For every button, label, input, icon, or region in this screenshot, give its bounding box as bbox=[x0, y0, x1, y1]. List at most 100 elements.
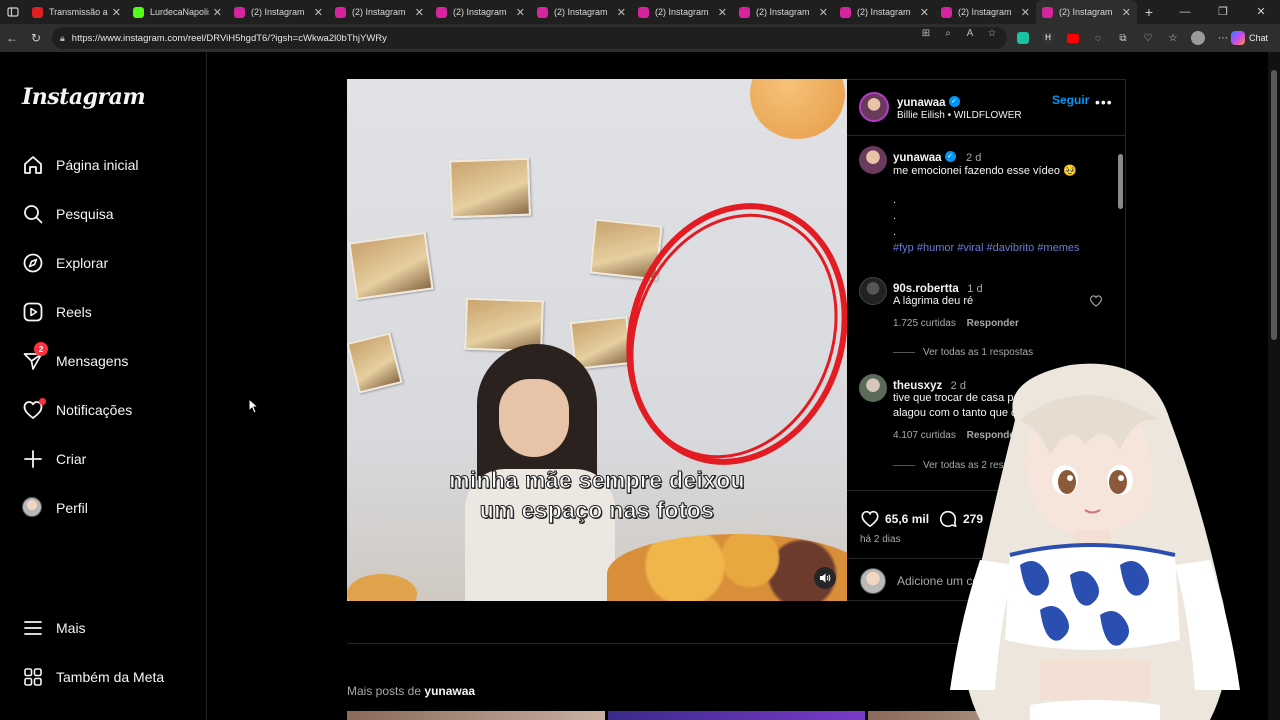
follow-button[interactable]: Seguir bbox=[1052, 93, 1089, 107]
nav-item-search[interactable]: Pesquisa bbox=[22, 201, 114, 227]
verified-icon: ✓ bbox=[944, 151, 956, 163]
comment-likes[interactable]: 1.725 curtidas bbox=[893, 318, 956, 329]
maximize-button[interactable]: ❐ bbox=[1204, 0, 1242, 24]
browser-tab[interactable]: (2) Instagram ✕ bbox=[329, 0, 430, 24]
zoom-icon[interactable]: ⌕ bbox=[940, 28, 956, 39]
audio-label[interactable]: Billie Eilish • WILDFLOWER bbox=[897, 110, 1022, 121]
browser-tab[interactable]: LurdecaNapolis ✕ bbox=[127, 0, 228, 24]
browser-tab-bar: Transmissão ao vivo✕LurdecaNapolis✕ (2) I… bbox=[0, 0, 1280, 24]
more-options-icon[interactable]: ••• bbox=[1095, 94, 1113, 110]
comment-like-icon[interactable] bbox=[1089, 294, 1103, 313]
close-tab-icon[interactable]: ✕ bbox=[819, 6, 828, 19]
reload-button[interactable]: ↻ bbox=[24, 31, 48, 45]
close-tab-icon[interactable]: ✕ bbox=[617, 6, 626, 19]
tab-title: (2) Instagram bbox=[958, 7, 1012, 17]
browser-tab[interactable]: (2) Instagram ✕ bbox=[935, 0, 1036, 24]
close-tab-icon[interactable]: ✕ bbox=[718, 6, 727, 19]
read-aloud-icon[interactable]: A bbox=[962, 28, 978, 39]
commenter-avatar[interactable] bbox=[859, 374, 887, 402]
mute-button[interactable] bbox=[814, 567, 836, 589]
new-tab-button[interactable]: + bbox=[1137, 4, 1161, 20]
browser-tab[interactable]: (2) Instagram ✕ bbox=[430, 0, 531, 24]
more-posts-username[interactable]: yunawaa bbox=[424, 684, 475, 698]
caption-author-avatar[interactable] bbox=[859, 146, 887, 174]
caption-dot: . bbox=[893, 226, 897, 238]
browser-tab[interactable]: (2) Instagram ✕ bbox=[228, 0, 329, 24]
caption-dot: . bbox=[893, 194, 897, 206]
browser-tab[interactable]: (2) Instagram ✕ bbox=[1036, 0, 1137, 24]
author-username[interactable]: yunawaa bbox=[897, 97, 946, 109]
compass-icon bbox=[22, 252, 44, 274]
tab-title: (2) Instagram bbox=[251, 7, 305, 17]
nav-item-notifications[interactable]: Notificações bbox=[22, 397, 132, 423]
close-tab-icon[interactable]: ✕ bbox=[213, 6, 222, 19]
favorites-icon[interactable]: ☆ bbox=[1162, 28, 1184, 48]
browser-tab[interactable]: (2) Instagram ✕ bbox=[531, 0, 632, 24]
close-tab-icon[interactable]: ✕ bbox=[920, 6, 929, 19]
like-button[interactable]: 65,6 mil bbox=[860, 509, 929, 529]
caption-hashtags[interactable]: #fyp #humor #viral #davibrito #memes bbox=[893, 242, 1079, 254]
close-window-button[interactable]: ✕ bbox=[1242, 0, 1280, 24]
messages-icon: 2 bbox=[22, 342, 48, 372]
lock-icon: 🔒︎ bbox=[60, 32, 65, 43]
instagram-logo[interactable]: Instagram bbox=[22, 84, 146, 110]
minimize-button[interactable]: — bbox=[1166, 0, 1204, 24]
caption-dot: . bbox=[893, 210, 897, 222]
view-replies-button[interactable]: Ver todas as 1 respostas bbox=[893, 347, 1033, 358]
close-tab-icon[interactable]: ✕ bbox=[1021, 6, 1030, 19]
nav-item-home[interactable]: Página inicial bbox=[22, 152, 139, 178]
close-tab-icon[interactable]: ✕ bbox=[516, 6, 525, 19]
extension-icon[interactable] bbox=[1062, 28, 1084, 48]
profile-avatar[interactable] bbox=[1187, 28, 1209, 48]
nav-item-create[interactable]: Criar bbox=[22, 446, 86, 472]
caption-time: 2 d bbox=[966, 152, 982, 164]
nav-item-reels[interactable]: Reels bbox=[22, 299, 92, 325]
close-tab-icon[interactable]: ✕ bbox=[314, 6, 323, 19]
browser-tab[interactable]: (2) Instagram ✕ bbox=[733, 0, 834, 24]
tab-actions-icon[interactable] bbox=[0, 0, 26, 24]
browser-tab[interactable]: (2) Instagram ✕ bbox=[834, 0, 935, 24]
extensions-bar: H ◌ ⧉ ♡ ☆ ⋯ bbox=[1012, 28, 1234, 48]
comment-username[interactable]: 90s.robertta bbox=[893, 283, 959, 295]
app-available-icon[interactable]: ⊞ bbox=[918, 28, 934, 39]
browser-tab[interactable]: (2) Instagram ✕ bbox=[632, 0, 733, 24]
close-tab-icon[interactable]: ✕ bbox=[415, 6, 424, 19]
tab-title: (2) Instagram bbox=[756, 7, 810, 17]
nav-item-more[interactable]: Mais bbox=[22, 615, 86, 641]
back-button[interactable]: ← bbox=[0, 31, 24, 45]
tab-favicon-icon bbox=[840, 6, 851, 18]
tab-title: (2) Instagram bbox=[554, 7, 608, 17]
reel-video[interactable]: minha mãe sempre deixou um espaço nas fo… bbox=[347, 79, 847, 601]
browser-tab[interactable]: Transmissão ao vivo ✕ bbox=[26, 0, 127, 24]
tab-favicon-icon bbox=[234, 6, 245, 18]
avatar bbox=[860, 568, 886, 594]
extension-icon[interactable] bbox=[1012, 28, 1034, 48]
favorite-star-icon[interactable]: ☆ bbox=[984, 28, 1000, 39]
nav-item-also-from-meta[interactable]: Também da Meta bbox=[22, 664, 164, 690]
close-tab-icon[interactable]: ✕ bbox=[1122, 6, 1131, 19]
author-avatar[interactable] bbox=[859, 92, 889, 122]
video-caption-line-2: um espaço nas fotos bbox=[479, 497, 715, 524]
tab-favicon-icon bbox=[638, 6, 649, 18]
reply-button[interactable]: Responder bbox=[967, 318, 1019, 329]
copilot-chat-button[interactable]: Chat bbox=[1230, 29, 1268, 47]
post-thumbnail[interactable] bbox=[607, 711, 866, 720]
nav-item-profile[interactable]: Perfil bbox=[22, 495, 88, 521]
comment-time: 1 d bbox=[967, 283, 983, 295]
refresh-extension-icon[interactable]: ◌ bbox=[1087, 28, 1109, 48]
extension-icon[interactable]: H bbox=[1037, 28, 1059, 48]
home-icon bbox=[22, 154, 44, 176]
nav-item-explore[interactable]: Explorar bbox=[22, 250, 108, 276]
heart-icon bbox=[22, 398, 46, 421]
address-bar[interactable]: 🔒︎ https://www.instagram.com/reel/DRViH5… bbox=[52, 27, 1007, 49]
search-icon bbox=[22, 203, 44, 225]
close-tab-icon[interactable]: ✕ bbox=[112, 6, 121, 19]
browser-toolbar: ← ↻ 🔒︎ https://www.instagram.com/reel/DR… bbox=[0, 24, 1280, 52]
post-thumbnail[interactable] bbox=[347, 711, 605, 720]
browser-essentials-icon[interactable]: ♡ bbox=[1137, 28, 1159, 48]
nav-item-messages[interactable]: 2 Mensagens bbox=[22, 342, 128, 374]
commenter-avatar[interactable] bbox=[859, 277, 887, 305]
extension-puzzle-icon[interactable]: ⧉ bbox=[1112, 28, 1134, 48]
caption-username[interactable]: yunawaa bbox=[893, 152, 942, 164]
avatar bbox=[22, 497, 44, 519]
